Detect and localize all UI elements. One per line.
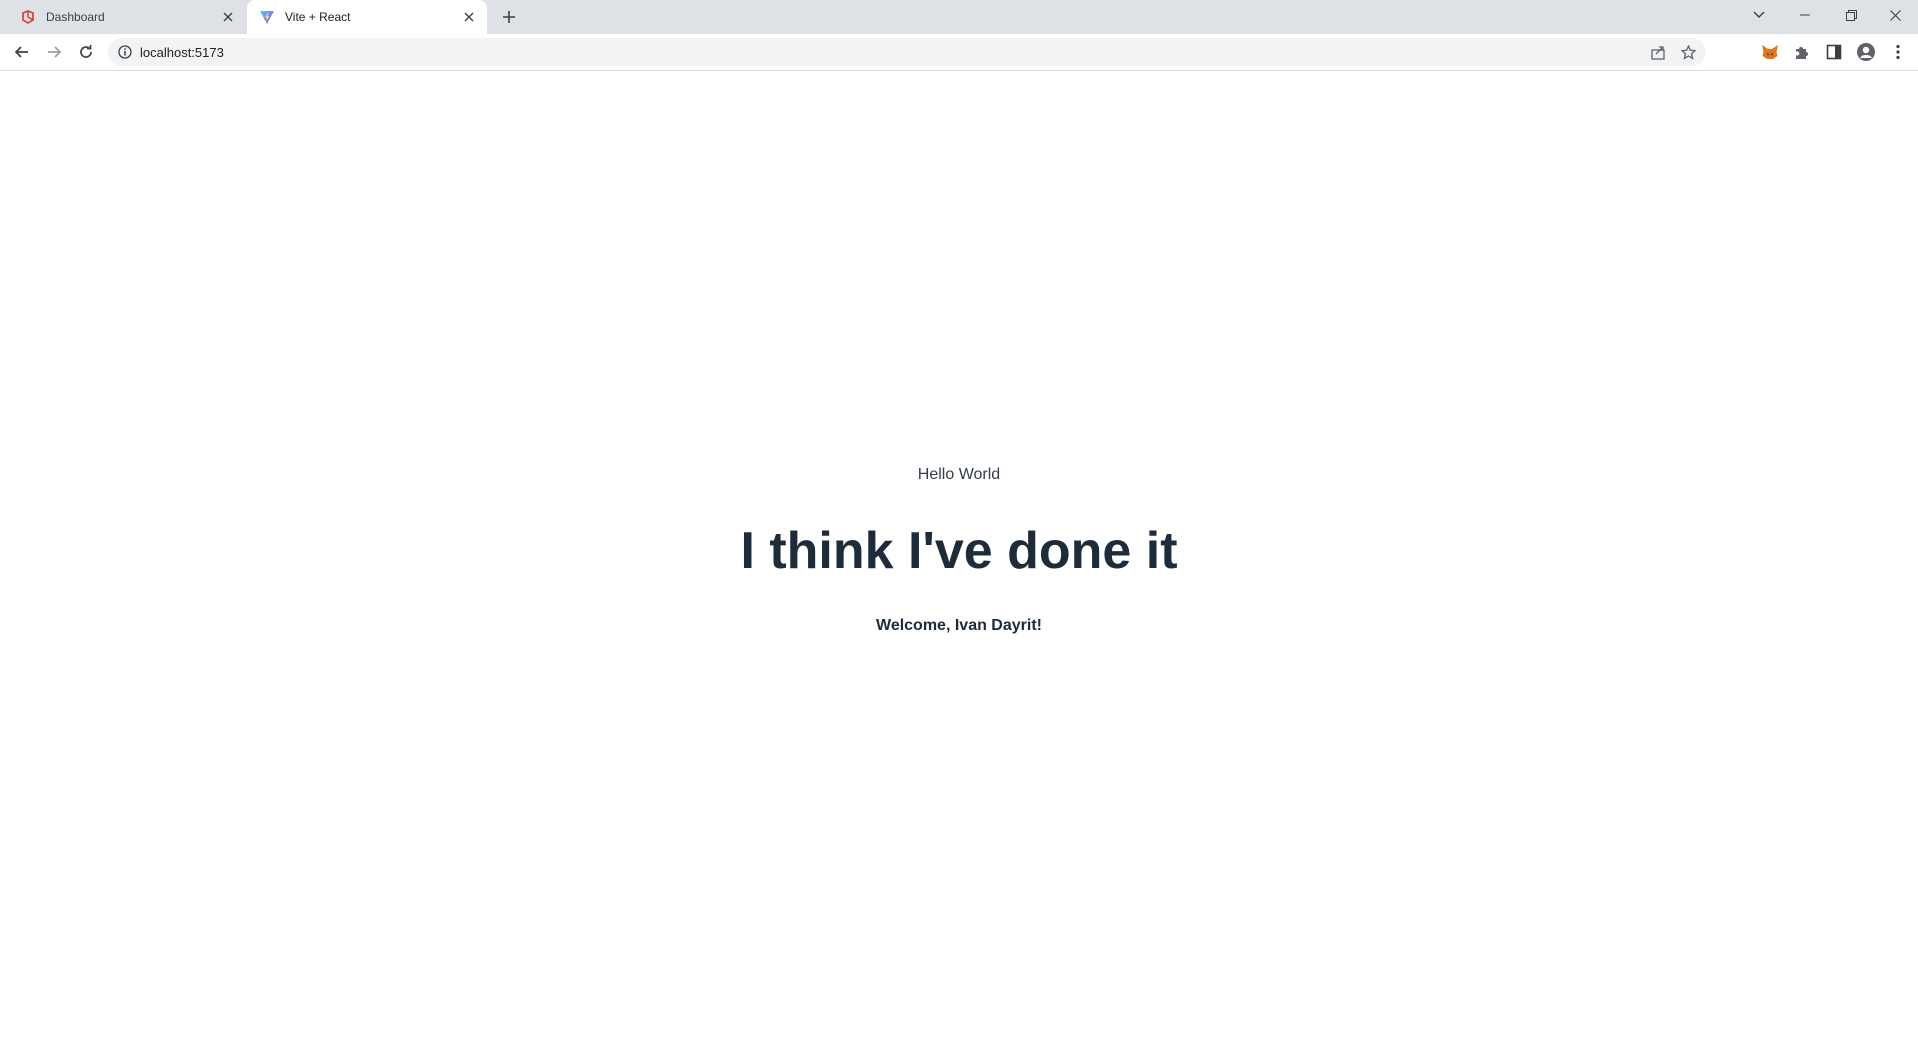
info-icon[interactable] [118,45,132,59]
page-content: Hello World I think I've done it Welcome… [0,71,1918,1039]
tab-vite-react[interactable]: Vite + React [247,0,487,34]
tab-title: Dashboard [46,10,105,24]
share-button[interactable] [1644,38,1672,66]
close-icon[interactable] [220,9,236,25]
reload-icon [80,45,92,58]
side-panel-button[interactable] [1820,38,1848,66]
metamask-extension-button[interactable] [1756,38,1784,66]
puzzle-icon [1796,47,1808,59]
browser-toolbar: localhost:5173 [0,34,1918,71]
tab-search-button[interactable] [1736,0,1782,30]
close-window-button[interactable] [1872,0,1918,30]
page-headline: I think I've done it [740,522,1178,580]
close-icon [1889,9,1901,21]
avatar-icon [1857,43,1875,61]
minimize-button[interactable] [1782,0,1828,30]
greeting-text: Hello World [917,466,1001,483]
laravel-logo-icon [20,9,36,25]
close-icon[interactable] [461,9,477,25]
tab-strip: Dashboard Vite + React [0,0,1918,34]
new-tab-button[interactable] [497,6,521,28]
restore-icon [1845,9,1857,21]
arrow-right-icon [48,46,62,58]
chevron-down-icon [1753,11,1765,18]
restore-button[interactable] [1828,0,1874,30]
kebab-menu-icon [1896,44,1900,60]
reload-button[interactable] [72,38,100,66]
minimize-icon [1800,14,1810,16]
url-text[interactable]: localhost:5173 [140,45,224,60]
arrow-left-icon [14,46,28,58]
welcome-message: Welcome, Ivan Dayrit! [876,617,1042,634]
menu-button[interactable] [1884,38,1912,66]
profile-button[interactable] [1852,38,1880,66]
tab-dashboard[interactable]: Dashboard [8,0,246,34]
share-icon [1650,45,1665,60]
back-button[interactable] [8,38,36,66]
side-panel-icon [1826,44,1842,60]
plus-icon [503,11,515,23]
tab-title: Vite + React [285,10,351,24]
star-icon [1680,44,1696,60]
extensions-button[interactable] [1788,38,1816,66]
vite-logo-icon [259,9,275,25]
forward-button[interactable] [40,38,68,66]
fox-icon [1762,45,1778,59]
bookmark-button[interactable] [1674,38,1702,66]
address-bar[interactable]: localhost:5173 [108,38,1706,66]
